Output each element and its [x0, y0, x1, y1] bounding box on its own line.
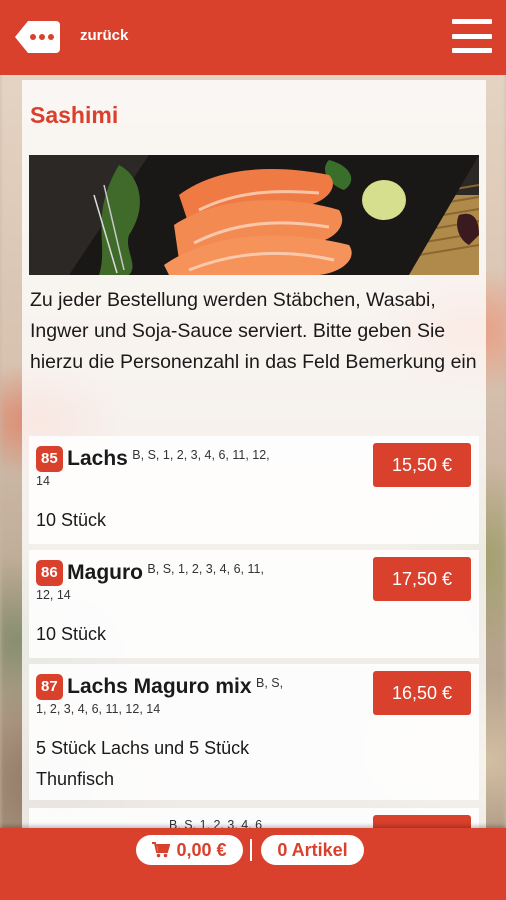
divider — [250, 839, 252, 861]
back-label[interactable]: zurück — [80, 27, 128, 44]
item-allergens: B, S, — [255, 676, 284, 690]
cart-total-button[interactable]: 0,00 € — [136, 835, 243, 865]
shopping-cart-icon — [152, 842, 171, 858]
item-header: 87 Lachs Maguro mix B, S, 1, 2, 3, 4, 6,… — [36, 672, 366, 720]
top-bar: zurück — [0, 0, 506, 75]
item-description: 10 Stück — [36, 624, 107, 644]
add-to-cart-price-button[interactable]: 16,50 € — [373, 671, 471, 715]
hamburger-menu-icon[interactable] — [452, 19, 492, 53]
item-allergens-cont: 1, 2, 3, 4, 6, 11, 12, 14 — [36, 702, 161, 716]
add-to-cart-price-button[interactable]: 15,50 € — [373, 443, 471, 487]
item-header: 85 Lachs B, S, 1, 2, 3, 4, 6, 11, 12, 14 — [36, 444, 366, 492]
item-description: 10 Stück — [36, 510, 107, 530]
item-name: Maguro — [67, 561, 143, 584]
item-header: 86 Maguro B, S, 1, 2, 3, 4, 6, 11, 12, 1… — [36, 558, 366, 606]
item-allergens-cont: 12, 14 — [36, 588, 71, 602]
item-allergens: B, S, 1, 2, 3, 4, 6, 11, — [147, 562, 264, 576]
item-allergens: B, S, 1, 2, 3, 4, 6, 11, 12, — [132, 448, 270, 462]
menu-item: 85 Lachs B, S, 1, 2, 3, 4, 6, 11, 12, 14… — [29, 436, 479, 544]
menu-card: Sashimi Zu jeder Bestellung werden Stäbc… — [22, 80, 486, 840]
item-number-badge: 85 — [36, 446, 63, 472]
menu-item: 87 Lachs Maguro mix B, S, 1, 2, 3, 4, 6,… — [29, 664, 479, 800]
intro-text: Zu jeder Bestellung werden Stäbchen, Was… — [30, 289, 477, 373]
section-title: Sashimi — [30, 102, 119, 128]
menu-item: 86 Maguro B, S, 1, 2, 3, 4, 6, 11, 12, 1… — [29, 550, 479, 658]
back-button[interactable] — [14, 19, 60, 55]
cart-count-button[interactable]: 0 Artikel — [261, 835, 364, 865]
bottom-bar: 0,00 € 0 Artikel — [0, 828, 506, 900]
item-allergens-cont: 14 — [36, 474, 50, 488]
item-name: Lachs — [67, 447, 128, 470]
back-dots-icon — [15, 21, 60, 53]
item-name: Lachs Maguro mix — [67, 675, 252, 698]
cart-count: 0 Artikel — [277, 839, 348, 860]
sashimi-image — [29, 155, 479, 275]
item-description: 5 Stück Lachs und 5 Stück Thunfisch — [36, 738, 250, 789]
add-to-cart-price-button[interactable]: 17,50 € — [373, 557, 471, 601]
item-number-badge: 86 — [36, 560, 63, 586]
cart-total: 0,00 € — [176, 839, 227, 860]
item-number-badge: 87 — [36, 674, 63, 700]
